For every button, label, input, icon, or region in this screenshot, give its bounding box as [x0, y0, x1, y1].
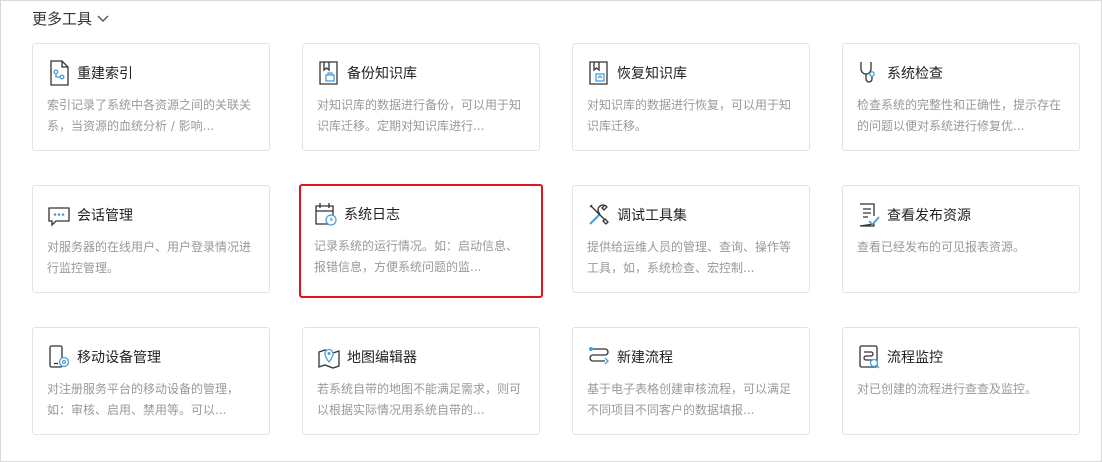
tool-title: 移动设备管理 [77, 350, 161, 366]
tool-title: 新建流程 [617, 350, 673, 366]
tool-title: 系统日志 [344, 207, 400, 223]
doc-check-icon [857, 202, 881, 228]
tool-title: 流程监控 [887, 350, 943, 366]
tool-card-session-mgmt[interactable]: 会话管理 对服务器的在线用户、用户登录情况进行监控管理。 [32, 185, 270, 293]
tool-description: 基于电子表格创建审核流程，可以满足不同项目不同客户的数据填报... [587, 382, 792, 417]
tool-description: 对注册服务平台的移动设备的管理，如：审核、启用、禁用等。可以... [47, 382, 240, 417]
stethoscope-icon [857, 60, 881, 86]
tool-description: 提供给运维人员的管理、查询、操作等工具，如，系统检查、宏控制... [587, 240, 792, 275]
tool-description: 对服务器的在线用户、用户登录情况进行监控管理。 [47, 240, 252, 275]
tool-card-view-published[interactable]: 查看发布资源 查看已经发布的可见报表资源。 [842, 185, 1080, 293]
tool-title: 调试工具集 [617, 208, 687, 224]
restore-book-icon [587, 60, 611, 86]
chevron-down-icon [97, 15, 109, 23]
tool-card-system-check[interactable]: 系统检查 检查系统的完整性和正确性，提示存在的问题以便对系统进行修复优... [842, 43, 1080, 151]
tool-description: 记录系统的运行情况。如：启动信息、报错信息，方便系统问题的监... [314, 239, 519, 274]
section-title: 更多工具 [32, 10, 93, 28]
tool-title: 地图编辑器 [347, 350, 417, 366]
tool-card-flow-monitor[interactable]: 流程监控 对已创建的流程进行查查及监控。 [842, 327, 1080, 435]
tool-card-debug-tools[interactable]: 调试工具集 提供给运维人员的管理、查询、操作等工具，如，系统检查、宏控制... [572, 185, 810, 293]
tool-title: 恢复知识库 [617, 66, 687, 82]
mobile-gear-icon [47, 344, 71, 370]
tools-icon [587, 202, 611, 228]
section-toggle[interactable]: 更多工具 [32, 8, 109, 29]
tool-card-backup-kb[interactable]: 备份知识库 对知识库的数据进行备份，可以用于知识库迁移。定期对知识库进行... [302, 43, 540, 151]
tool-title: 会话管理 [77, 208, 133, 224]
tool-description: 对知识库的数据进行备份，可以用于知识库迁移。定期对知识库进行... [317, 98, 522, 133]
tool-title: 系统检查 [887, 66, 943, 82]
tool-card-new-flow[interactable]: 新建流程 基于电子表格创建审核流程，可以满足不同项目不同客户的数据填报... [572, 327, 810, 435]
index-doc-icon [47, 60, 71, 86]
tool-card-system-log[interactable]: 系统日志 记录系统的运行情况。如：启动信息、报错信息，方便系统问题的监... [299, 184, 543, 298]
tool-description: 对知识库的数据进行恢复，可以用于知识库迁移。 [587, 98, 792, 133]
tool-description: 索引记录了系统中各资源之间的关联关系，当资源的血统分析 / 影响... [47, 98, 252, 133]
flow-new-icon [587, 344, 611, 370]
tool-card-map-editor[interactable]: 地图编辑器 若系统自带的地图不能满足需求，则可以根据实际情况用系统自带的... [302, 327, 540, 435]
tool-card-mobile-mgmt[interactable]: 移动设备管理 对注册服务平台的移动设备的管理，如：审核、启用、禁用等。可以... [32, 327, 270, 435]
tool-card-rebuild-index[interactable]: 重建索引 索引记录了系统中各资源之间的关联关系，当资源的血统分析 / 影响... [32, 43, 270, 151]
backup-book-icon [317, 60, 341, 86]
tool-description: 若系统自带的地图不能满足需求，则可以根据实际情况用系统自带的... [317, 382, 522, 417]
flow-monitor-icon [857, 344, 881, 370]
tool-title: 重建索引 [77, 66, 133, 82]
calendar-clock-icon [314, 201, 338, 227]
tool-description: 检查系统的完整性和正确性，提示存在的问题以便对系统进行修复优... [857, 98, 1062, 133]
chat-bubble-icon [47, 202, 71, 228]
tool-title: 查看发布资源 [887, 208, 971, 224]
map-pin-icon [317, 344, 341, 370]
tool-description: 查看已经发布的可见报表资源。 [857, 240, 1026, 254]
tool-title: 备份知识库 [347, 66, 417, 82]
tool-description: 对已创建的流程进行查查及监控。 [857, 382, 1038, 396]
tool-card-restore-kb[interactable]: 恢复知识库 对知识库的数据进行恢复，可以用于知识库迁移。 [572, 43, 810, 151]
